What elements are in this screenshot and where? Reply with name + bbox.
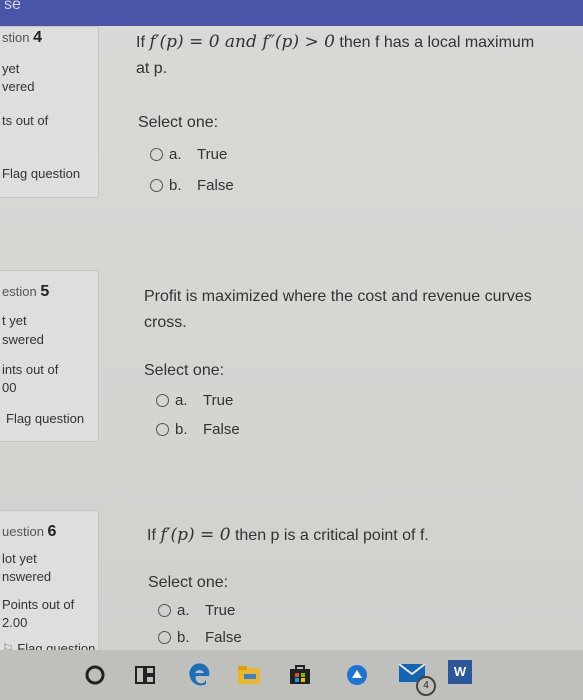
radio-button[interactable] <box>158 631 171 644</box>
flag-question-link[interactable]: Flag question <box>2 166 80 181</box>
radio-button[interactable] <box>158 604 171 617</box>
answer-option[interactable]: a. True <box>156 392 233 409</box>
question-info-panel: estion 5 t yet swered ints out of 00 Fla… <box>0 270 99 442</box>
question-info-panel: uestion 6 lot yet nswered Points out of … <box>0 510 99 656</box>
status-text: t yet <box>2 313 27 328</box>
word-icon[interactable]: W <box>448 660 472 684</box>
select-one-label: Select one: <box>144 362 225 379</box>
edge-icon[interactable] <box>186 662 212 693</box>
select-one-label: Select one: <box>138 114 219 131</box>
answer-option[interactable]: b. False <box>158 629 242 646</box>
radio-button[interactable] <box>156 394 169 407</box>
mail-icon[interactable]: 4 <box>398 662 436 696</box>
flag-question-link[interactable]: Flag question <box>6 411 84 426</box>
app-icon[interactable] <box>346 664 368 691</box>
file-explorer-icon[interactable] <box>236 664 262 691</box>
points-value: 00 <box>2 380 17 395</box>
cortana-icon[interactable] <box>84 664 106 691</box>
question-number: stion 4 <box>2 29 42 46</box>
question-info-panel: stion 4 yet vered ts out of Flag questio… <box>0 26 99 198</box>
answer-option[interactable]: a. True <box>150 146 227 163</box>
question-number: estion 5 <box>2 283 50 300</box>
question-text: Profit is maximized where the cost and r… <box>144 288 532 331</box>
status-text: vered <box>2 79 35 94</box>
page-title: se <box>4 0 21 13</box>
mail-badge: 4 <box>416 676 436 696</box>
answer-option[interactable]: a. True <box>158 602 235 619</box>
select-one-label: Select one: <box>148 574 229 591</box>
points-text: ints out of <box>2 362 59 377</box>
points-text: Points out of <box>2 597 75 612</box>
top-bar: se <box>0 0 583 26</box>
radio-button[interactable] <box>156 423 169 436</box>
question-text: If f′(p) = 0 and f″(p) > 0 then f has a … <box>136 32 535 77</box>
radio-button[interactable] <box>150 148 163 161</box>
taskbar: 4 W <box>0 650 583 700</box>
points-text: ts out of <box>2 113 49 128</box>
points-value: 2.00 <box>2 615 28 630</box>
question-number: uestion 6 <box>2 523 57 540</box>
status-text: swered <box>2 332 44 347</box>
status-text: yet <box>2 61 20 76</box>
store-icon[interactable] <box>288 662 312 691</box>
answer-option[interactable]: b. False <box>150 177 234 194</box>
task-view-icon[interactable] <box>134 664 156 691</box>
status-text: nswered <box>2 569 52 584</box>
radio-button[interactable] <box>150 179 163 192</box>
answer-option[interactable]: b. False <box>156 421 240 438</box>
status-text: lot yet <box>2 551 37 566</box>
question-text: If f′(p) = 0 then p is a critical point … <box>147 525 429 545</box>
